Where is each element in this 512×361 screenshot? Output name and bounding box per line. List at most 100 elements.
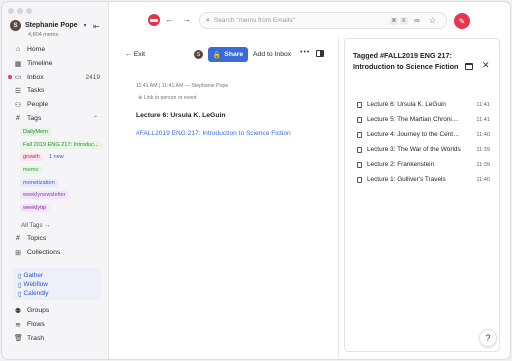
star-icon[interactable]: ☆ bbox=[429, 16, 436, 25]
unread-dot bbox=[8, 75, 12, 80]
trash-icon: 🗑 bbox=[14, 335, 23, 343]
document-icon: ▯ bbox=[18, 272, 22, 280]
account-name: Stephanie Pope bbox=[25, 22, 78, 29]
tag-item[interactable]: Fall 2019 ENG 217: Introduc... bbox=[20, 139, 106, 152]
item-label: Lecture 4: Journey to the Center of the … bbox=[367, 131, 461, 138]
item-time: 11:40 bbox=[476, 131, 490, 138]
tag-item[interactable]: growth 1 new bbox=[20, 151, 106, 164]
minimize-window-button[interactable] bbox=[17, 8, 23, 14]
account-subtitle: 4,804 mems bbox=[28, 32, 59, 38]
close-window-button[interactable] bbox=[8, 8, 14, 14]
tag-item[interactable]: DailyMem bbox=[20, 126, 106, 139]
list-item[interactable]: Lecture 3: The War of the Worlds 11:39 bbox=[357, 142, 490, 157]
sidebar-item-tasks[interactable]: ☰ Tasks bbox=[8, 84, 104, 98]
sidebar-item-topics[interactable]: # Topics bbox=[8, 232, 104, 246]
item-label: Lecture 2: Frankenstein bbox=[367, 161, 435, 168]
toggle-panel-icon[interactable] bbox=[316, 50, 324, 57]
pinned-link[interactable]: ▯ Webflow bbox=[18, 280, 96, 289]
list-item[interactable]: Lecture 4: Journey to the Center of the … bbox=[357, 127, 490, 142]
sidebar-item-groups[interactable]: ⚉ Groups bbox=[8, 304, 104, 318]
sidebar-item-label: Timeline bbox=[27, 60, 53, 68]
document-icon bbox=[357, 116, 362, 123]
link-icon[interactable]: ∞ bbox=[414, 16, 420, 25]
list-item[interactable]: Lecture 5: The Martian Chronicles 11:41 bbox=[357, 112, 490, 127]
tag-label: weeklynewsletter bbox=[20, 191, 69, 200]
share-button[interactable]: 🔒 Share bbox=[208, 47, 248, 62]
new-badge: 1 new bbox=[48, 154, 64, 161]
list-item[interactable]: Lecture 2: Frankenstein 11:39 bbox=[357, 157, 490, 172]
tagged-panel: Tagged #FALL2019 ENG 217: Introduction t… bbox=[344, 38, 500, 352]
search-placeholder: Search "mems from Emails" bbox=[213, 17, 295, 24]
inbox-count: 2419 bbox=[85, 73, 100, 81]
tag-label: memo bbox=[20, 166, 42, 175]
note-title[interactable]: Lecture 6: Ursula K. LeGuin bbox=[136, 112, 226, 119]
hash-icon: # bbox=[16, 114, 20, 122]
sidebar-item-inbox[interactable]: ▭ Inbox 2419 bbox=[8, 70, 104, 84]
arrow-left-icon: ← bbox=[125, 51, 132, 58]
pinned-links: ▯ Gather ▯ Webflow ▯ Calendly bbox=[13, 268, 101, 300]
pane-divider[interactable] bbox=[338, 38, 339, 358]
sidebar-item-trash[interactable]: 🗑 Trash bbox=[8, 331, 104, 345]
document-icon bbox=[357, 131, 362, 138]
sidebar-item-tags[interactable]: # Tags ⌃ bbox=[8, 111, 104, 125]
sidebar-item-people[interactable]: ⚇ People bbox=[8, 98, 104, 112]
calendar-icon: ▦ bbox=[14, 60, 22, 68]
sidebar-item-home[interactable]: ⌂ Home bbox=[8, 43, 104, 57]
sidebar-item-timeline[interactable]: ▦ Timeline bbox=[8, 57, 104, 71]
app-window: S Stephanie Pope ▼ 4,804 mems ⇤ ⌂ Home ▦… bbox=[1, 1, 511, 360]
chevron-up-icon[interactable]: ⌃ bbox=[93, 115, 98, 122]
all-tags-link[interactable]: All Tags → bbox=[21, 222, 50, 229]
note-tag-link[interactable]: #FALL2019 ENG 217: Introduction to Scien… bbox=[136, 130, 291, 137]
tag-item[interactable]: weeklytip bbox=[20, 202, 106, 215]
maximize-window-button[interactable] bbox=[26, 8, 32, 14]
window-icon[interactable] bbox=[465, 63, 473, 70]
checklist-icon: ☰ bbox=[14, 87, 22, 95]
document-icon bbox=[357, 161, 362, 168]
item-label: Lecture 1: Gulliver's Travels bbox=[367, 176, 446, 183]
sidebar-item-flows[interactable]: ≋ Flows bbox=[8, 318, 104, 332]
tertiary-nav: ⚉ Groups ≋ Flows 🗑 Trash bbox=[8, 304, 104, 345]
list-item[interactable]: Lecture 6: Ursula K. LeGuin 11:41 bbox=[357, 97, 490, 112]
tag-item[interactable]: memo bbox=[20, 164, 106, 177]
item-label: Lecture 6: Ursula K. LeGuin bbox=[367, 101, 446, 108]
pinned-link[interactable]: ▯ Gather bbox=[18, 271, 96, 280]
sidebar-item-label: Topics bbox=[27, 235, 47, 243]
tag-list: DailyMem Fall 2019 ENG 217: Introduc... … bbox=[20, 126, 106, 214]
pinned-link[interactable]: ▯ Calendly bbox=[18, 289, 96, 298]
exit-label: Exit bbox=[133, 51, 146, 58]
note-meta: 11:41 AM | 11:41 AM — Stephanie Pope bbox=[136, 83, 229, 89]
close-icon[interactable]: ✕ bbox=[482, 60, 490, 71]
item-time: 11:40 bbox=[476, 176, 490, 183]
link-label: Calendly bbox=[23, 290, 49, 297]
plus-circle-icon: ⊕ bbox=[138, 95, 143, 101]
add-to-inbox-button[interactable]: Add to Inbox bbox=[253, 51, 291, 58]
help-button[interactable]: ? bbox=[479, 329, 497, 347]
sidebar-item-collections[interactable]: ⊞ Collections bbox=[8, 246, 104, 260]
sidebar-item-label: Groups bbox=[27, 307, 50, 315]
exit-button[interactable]: ← Exit bbox=[125, 51, 145, 58]
list-item[interactable]: Lecture 1: Gulliver's Travels 11:40 bbox=[357, 172, 490, 187]
people-icon: ⚇ bbox=[14, 101, 22, 109]
forward-arrow-icon[interactable]: → bbox=[182, 14, 191, 24]
tag-item[interactable]: monetization bbox=[20, 176, 106, 189]
note-editor: ← Exit S 🔒 Share Add to Inbox ••• 11:41 A… bbox=[116, 38, 338, 359]
caret-down-icon: ▼ bbox=[82, 22, 88, 29]
mem-logo[interactable] bbox=[148, 14, 160, 26]
link-person-label: Link to person or event bbox=[143, 95, 197, 101]
back-arrow-icon[interactable]: ← bbox=[165, 14, 174, 24]
edit-icon: ✎ bbox=[458, 16, 466, 26]
more-options-icon[interactable]: ••• bbox=[300, 49, 310, 56]
shortcut-key: ⌘ bbox=[390, 17, 398, 25]
link-person-button[interactable]: ⊕ Link to person or event bbox=[138, 95, 197, 101]
search-bar[interactable]: ⌕ Search "mems from Emails" ⌘ K ∞ ☆ bbox=[199, 12, 447, 29]
item-time: 11:39 bbox=[476, 146, 490, 153]
sidebar: S Stephanie Pope ▼ 4,804 mems ⇤ ⌂ Home ▦… bbox=[2, 2, 109, 359]
tag-label: DailyMem bbox=[20, 128, 51, 137]
tag-item[interactable]: weeklynewsletter bbox=[20, 189, 106, 202]
compose-button[interactable]: ✎ bbox=[454, 13, 470, 29]
account-switcher[interactable]: S Stephanie Pope ▼ bbox=[10, 20, 87, 31]
shortcut-key: K bbox=[400, 17, 408, 25]
avatar: S bbox=[194, 50, 203, 59]
collapse-sidebar-icon[interactable]: ⇤ bbox=[93, 22, 100, 31]
link-label: Gather bbox=[23, 272, 44, 279]
